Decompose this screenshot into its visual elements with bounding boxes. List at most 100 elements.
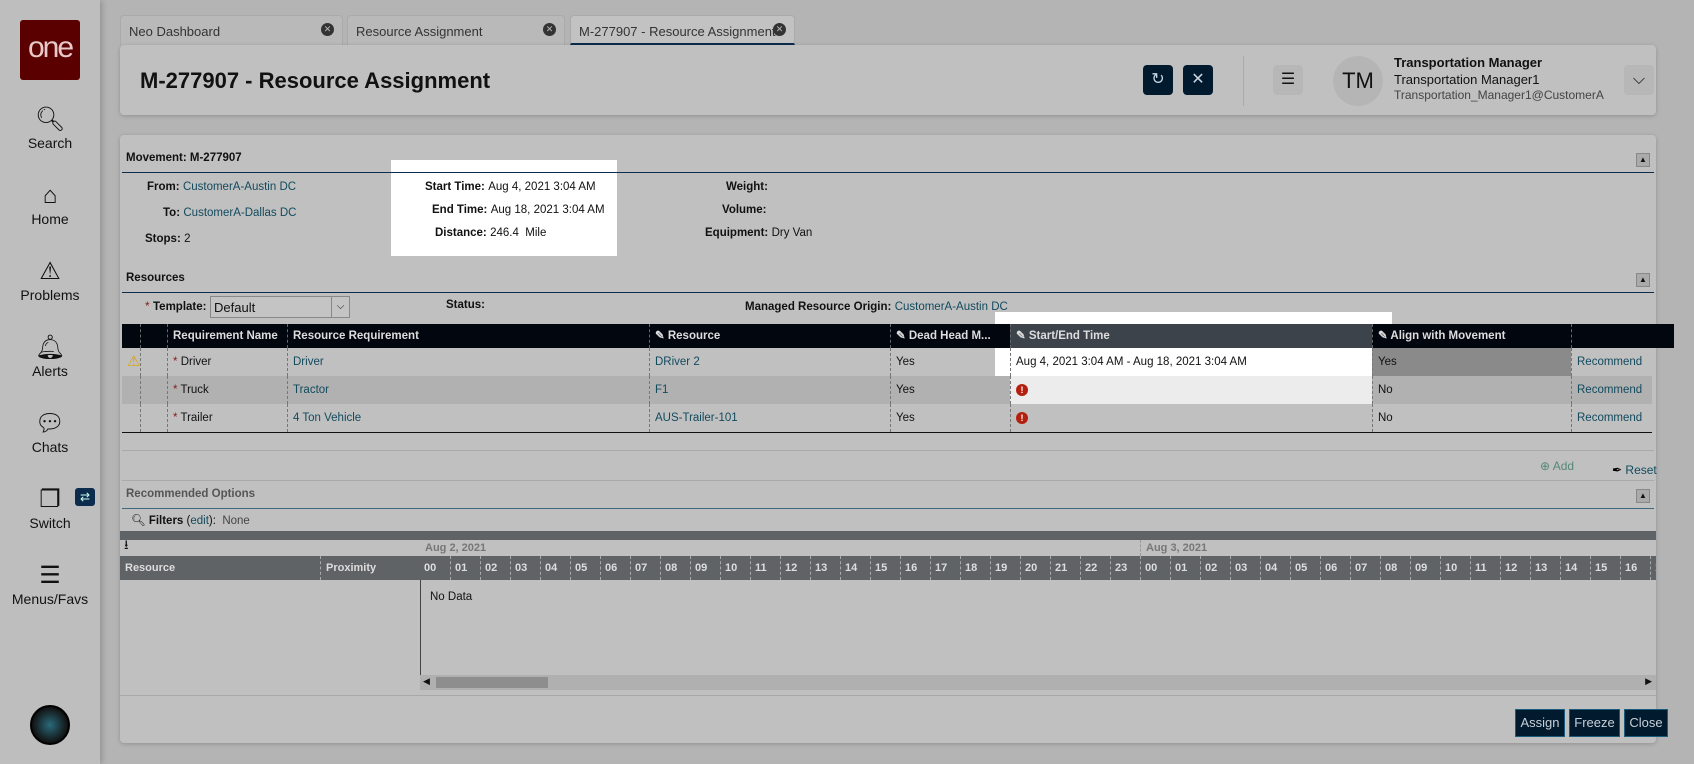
requirement-name: * Driver [167, 348, 287, 376]
recommended-title: Recommended Options [126, 488, 256, 500]
collapse-resources-button[interactable]: ▲ [1636, 273, 1650, 287]
start-end-time[interactable]: ! [1010, 404, 1372, 432]
col-requirement-name[interactable]: Requirement Name [167, 324, 287, 348]
recommend-link[interactable]: Recommend [1571, 348, 1652, 376]
sidebar-item-problems[interactable]: ⚠︎ Problems [0, 257, 100, 303]
col-start-end-time[interactable]: ✎ Start/End Time [1010, 324, 1372, 348]
error-icon[interactable]: ! [1016, 411, 1028, 424]
gantt-hour-label: 15 [870, 556, 900, 580]
start-end-time[interactable]: Aug 4, 2021 3:04 AM - Aug 18, 2021 3:04 … [1010, 348, 1372, 376]
template-select[interactable]: Default ⌵ [210, 296, 350, 318]
close-page-button[interactable]: ✕ [1183, 65, 1213, 95]
dead-head-value[interactable]: Yes [890, 348, 1010, 376]
recommend-link[interactable]: Recommend [1571, 404, 1652, 432]
chat-icon: 💬︎ [34, 410, 66, 437]
movement-title: Movement: M-277907 [126, 152, 242, 164]
resource-requirement-link[interactable]: Driver [287, 348, 649, 376]
gantt-hour-label: 07 [630, 556, 660, 580]
close-button[interactable]: Close [1624, 709, 1668, 737]
user-avatar[interactable]: TM [1333, 56, 1383, 106]
bell-icon: 🔔︎ [34, 334, 66, 361]
gantt-hour-label: 00 [420, 556, 450, 580]
warning-cell [122, 404, 140, 432]
dead-head-value[interactable]: Yes [890, 376, 1010, 404]
sidebar-item-chats[interactable]: 💬︎ Chats [0, 409, 100, 455]
home-icon: ⌂ [42, 182, 58, 209]
edit-icon: ✎ [655, 330, 665, 342]
gantt-hour-label: 09 [1410, 556, 1440, 580]
scrollbar-thumb[interactable] [436, 677, 548, 688]
edit-filters-link[interactable]: edit [190, 515, 209, 527]
sidebar-item-home[interactable]: ⌂ Home [0, 181, 100, 227]
gantt-timeline-header: Aug 2, 2021 00 01 02 03 04 05 06 07 08 09 10 11 12 13 1… [420, 540, 1656, 580]
switch-arrows-icon[interactable]: ⇄ [75, 488, 95, 506]
close-tab-icon[interactable]: ✕ [321, 23, 334, 36]
gantt-date-label: Aug 3, 2021 [1140, 540, 1207, 556]
gantt-hour-label: 11 [750, 556, 780, 580]
from-location-link[interactable]: CustomerA-Austin DC [183, 181, 296, 193]
gantt-hour-label: 04 [540, 556, 570, 580]
reset-button[interactable]: ✒ Reset [1612, 463, 1657, 477]
start-end-time[interactable]: ! [1010, 376, 1372, 404]
gantt-hour-label: 14 [840, 556, 870, 580]
gantt-hour-label: 06 [600, 556, 630, 580]
gantt-hour-label: 05 [1290, 556, 1320, 580]
scroll-left-icon[interactable]: ◀ [423, 676, 430, 687]
close-tab-icon[interactable]: ✕ [543, 23, 556, 36]
warning-cell [122, 376, 140, 404]
warning-icon[interactable]: ⚠︎ [127, 353, 140, 370]
resource-link[interactable]: F1 [649, 376, 890, 404]
recommend-link[interactable]: Recommend [1571, 376, 1652, 404]
assign-button[interactable]: Assign [1515, 709, 1565, 737]
origin-link[interactable]: CustomerA-Austin DC [895, 301, 1008, 313]
align-value[interactable]: No [1372, 404, 1571, 432]
gantt-hour-label: 02 [1200, 556, 1230, 580]
tab-resource-assignment[interactable]: Resource Assignment ✕ [347, 15, 565, 45]
error-icon[interactable]: ! [1016, 383, 1028, 396]
resources-title: Resources [126, 272, 185, 284]
sidebar-item-menus[interactable]: ☰ Menus/Favs [0, 561, 100, 607]
add-button[interactable]: ⊕ Add [1540, 459, 1574, 473]
gantt-hour-label: 09 [690, 556, 720, 580]
gantt-hour-label: 07 [1350, 556, 1380, 580]
app-logo[interactable]: one [20, 20, 80, 80]
resource-requirement-link[interactable]: Tractor [287, 376, 649, 404]
gantt-hour-label: 15 [1590, 556, 1620, 580]
weight-label: Weight: [726, 181, 768, 193]
resource-link[interactable]: AUS-Trailer-101 [649, 404, 890, 432]
user-name: Transportation Manager1 [1394, 72, 1540, 87]
col-align-with-movement[interactable]: ✎ Align with Movement [1372, 324, 1571, 348]
assistant-avatar[interactable] [30, 705, 70, 745]
user-menu-dropdown[interactable]: ⌵ [1624, 65, 1654, 95]
dead-head-value[interactable]: Yes [890, 404, 1010, 432]
scroll-right-icon[interactable]: ▶ [1645, 676, 1652, 687]
col-proximity[interactable]: Proximity [320, 556, 376, 580]
col-resource[interactable]: ✎ Resource [649, 324, 890, 348]
resource-link[interactable]: DRiver 2 [649, 348, 890, 376]
gantt-left-header: Resource Proximity [120, 556, 420, 580]
divider [122, 292, 1654, 293]
menu-icon: ☰ [39, 562, 61, 589]
refresh-button[interactable]: ↻ [1143, 65, 1173, 95]
gantt-hour-label: 13 [1530, 556, 1560, 580]
collapse-recommended-button[interactable]: ▲ [1636, 489, 1650, 503]
tab-m-277907[interactable]: M-277907 - Resource Assignment ✕ [570, 15, 795, 45]
close-tab-icon[interactable]: ✕ [773, 23, 786, 36]
hamburger-menu-button[interactable]: ☰ [1273, 65, 1303, 95]
col-resource-requirement[interactable]: Resource Requirement [287, 324, 649, 348]
tab-neo-dashboard[interactable]: Neo Dashboard ✕ [120, 15, 343, 45]
to-location-link[interactable]: CustomerA-Dallas DC [183, 207, 296, 219]
sidebar-item-alerts[interactable]: 🔔︎ Alerts [0, 333, 100, 379]
sidebar-item-search[interactable]: 🔍︎ Search [0, 105, 100, 151]
collapse-movement-button[interactable]: ▲ [1636, 153, 1650, 167]
gantt-hour-label: 06 [1320, 556, 1350, 580]
align-value[interactable]: No [1372, 376, 1571, 404]
align-value[interactable]: Yes [1372, 348, 1571, 376]
export-icon[interactable]: ⭳ [124, 536, 129, 558]
resource-requirement-link[interactable]: 4 Ton Vehicle [287, 404, 649, 432]
col-dead-head[interactable]: ✎ Dead Head M... [890, 324, 1010, 348]
gantt-hour-label: 12 [1500, 556, 1530, 580]
freeze-button[interactable]: Freeze [1569, 709, 1620, 737]
horizontal-scrollbar[interactable]: ◀ ▶ [420, 675, 1656, 690]
col-resource[interactable]: Resource [125, 556, 175, 580]
